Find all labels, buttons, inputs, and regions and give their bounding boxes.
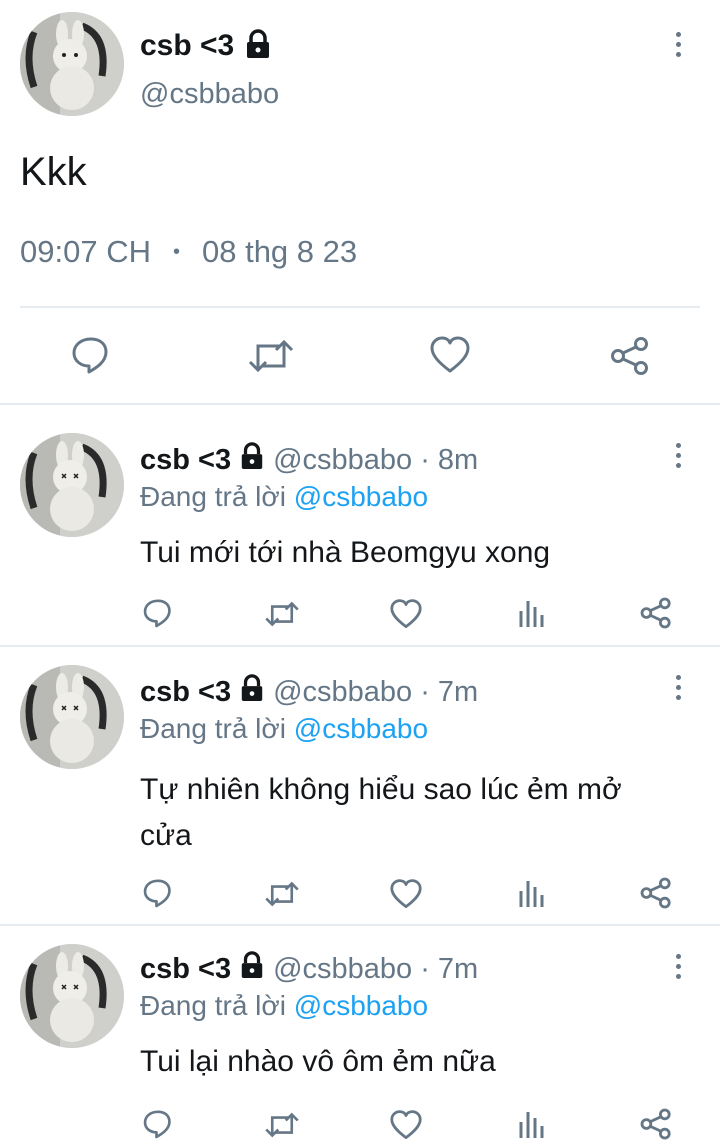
retweet-icon[interactable] bbox=[247, 336, 295, 376]
tweet-text-line: Tui lại nhào vô ôm ẻm nữa bbox=[140, 1045, 496, 1078]
tweet-age: · 7m bbox=[420, 952, 479, 985]
display-name[interactable]: csb <3 bbox=[140, 676, 231, 709]
tweet-time[interactable]: 09:07 CH bbox=[20, 234, 151, 270]
reply-icon[interactable] bbox=[142, 1108, 174, 1140]
handle[interactable]: @csbbabo bbox=[273, 444, 412, 477]
replying-label: Đang trả lời bbox=[140, 713, 286, 744]
reply-icon[interactable] bbox=[142, 877, 174, 909]
more-vertical-icon[interactable] bbox=[666, 667, 690, 707]
tweet-age: · 8m bbox=[420, 443, 479, 476]
lock-icon bbox=[239, 951, 265, 987]
lock-icon bbox=[239, 442, 265, 478]
tweet-text: Tự nhiên không hiểu sao lúc ẻm mở cửa bbox=[140, 767, 622, 859]
retweet-icon[interactable] bbox=[264, 879, 300, 909]
replying-handle-link[interactable]: @csbbabo bbox=[294, 990, 428, 1021]
analytics-icon[interactable] bbox=[518, 877, 546, 909]
tweet-date[interactable]: 08 thg 8 23 bbox=[202, 234, 357, 270]
more-vertical-icon[interactable] bbox=[666, 946, 690, 986]
reply-tweet[interactable]: csb <3 @csbbabo · 8m Đang trả lời @csbba… bbox=[0, 405, 720, 645]
heart-icon[interactable] bbox=[430, 336, 470, 374]
reply-action-bar bbox=[0, 595, 720, 635]
reply-icon[interactable] bbox=[70, 334, 112, 376]
retweet-icon[interactable] bbox=[264, 1110, 300, 1140]
author-row: csb <3 @csbbabo · 7m bbox=[140, 673, 478, 711]
replying-handle-link[interactable]: @csbbabo bbox=[294, 481, 428, 512]
separator: • bbox=[172, 240, 180, 263]
more-vertical-icon[interactable] bbox=[666, 24, 690, 64]
heart-icon[interactable] bbox=[390, 599, 422, 629]
heart-icon[interactable] bbox=[390, 1110, 422, 1140]
handle[interactable]: @csbbabo bbox=[273, 953, 412, 986]
replying-to: Đang trả lời @csbbabo bbox=[140, 481, 428, 513]
share-icon[interactable] bbox=[640, 877, 672, 909]
replying-to: Đang trả lời @csbbabo bbox=[140, 990, 428, 1022]
avatar[interactable] bbox=[20, 433, 124, 537]
avatar[interactable] bbox=[20, 665, 124, 769]
reply-tweet[interactable]: csb <3 @csbbabo · 7m Đang trả lời @csbba… bbox=[0, 926, 720, 1146]
display-name[interactable]: csb <3 bbox=[140, 444, 231, 477]
analytics-icon[interactable] bbox=[518, 597, 546, 629]
handle[interactable]: @csbbabo bbox=[273, 676, 412, 709]
tweet-text-line: Tự nhiên không hiểu sao lúc ẻm mở bbox=[140, 773, 622, 806]
reply-action-bar bbox=[0, 875, 720, 915]
tweet-age: · 7m bbox=[420, 675, 479, 708]
avatar[interactable] bbox=[20, 944, 124, 1048]
author-row: csb <3 @csbbabo · 7m bbox=[140, 950, 478, 988]
retweet-icon[interactable] bbox=[264, 599, 300, 629]
share-icon[interactable] bbox=[610, 336, 650, 376]
display-name[interactable]: csb <3 bbox=[140, 953, 231, 986]
replying-to: Đang trả lời @csbbabo bbox=[140, 713, 428, 745]
avatar[interactable] bbox=[20, 12, 124, 116]
author-row: csb <3 @csbbabo · 8m bbox=[140, 441, 478, 479]
display-name[interactable]: csb <3 bbox=[140, 29, 234, 63]
heart-icon[interactable] bbox=[390, 879, 422, 909]
reply-icon[interactable] bbox=[142, 597, 174, 629]
lock-icon bbox=[239, 674, 265, 710]
divider bbox=[20, 306, 700, 308]
share-icon[interactable] bbox=[640, 1108, 672, 1140]
share-icon[interactable] bbox=[640, 597, 672, 629]
tweet-text-line: Tui mới tới nhà Beomgyu xong bbox=[140, 536, 551, 569]
analytics-icon[interactable] bbox=[518, 1108, 546, 1140]
reply-tweet[interactable]: csb <3 @csbbabo · 7m Đang trả lời @csbba… bbox=[0, 647, 720, 924]
replying-label: Đang trả lời bbox=[140, 990, 286, 1021]
tweet-text: Kkk bbox=[20, 150, 87, 194]
tweet-text-line: cửa bbox=[140, 819, 192, 852]
tweet-text: Tui lại nhào vô ôm ẻm nữa bbox=[140, 1042, 496, 1082]
main-action-bar bbox=[0, 330, 720, 382]
lock-icon bbox=[244, 28, 272, 64]
tweet-text: Tui mới tới nhà Beomgyu xong bbox=[140, 533, 550, 573]
timestamp-row: 09:07 CH • 08 thg 8 23 bbox=[20, 234, 357, 270]
reply-action-bar bbox=[0, 1106, 720, 1146]
more-vertical-icon[interactable] bbox=[666, 435, 690, 475]
author-row: csb <3 bbox=[140, 26, 272, 66]
replying-label: Đang trả lời bbox=[140, 481, 286, 512]
replying-handle-link[interactable]: @csbbabo bbox=[294, 713, 428, 744]
handle[interactable]: @csbbabo bbox=[140, 78, 279, 111]
